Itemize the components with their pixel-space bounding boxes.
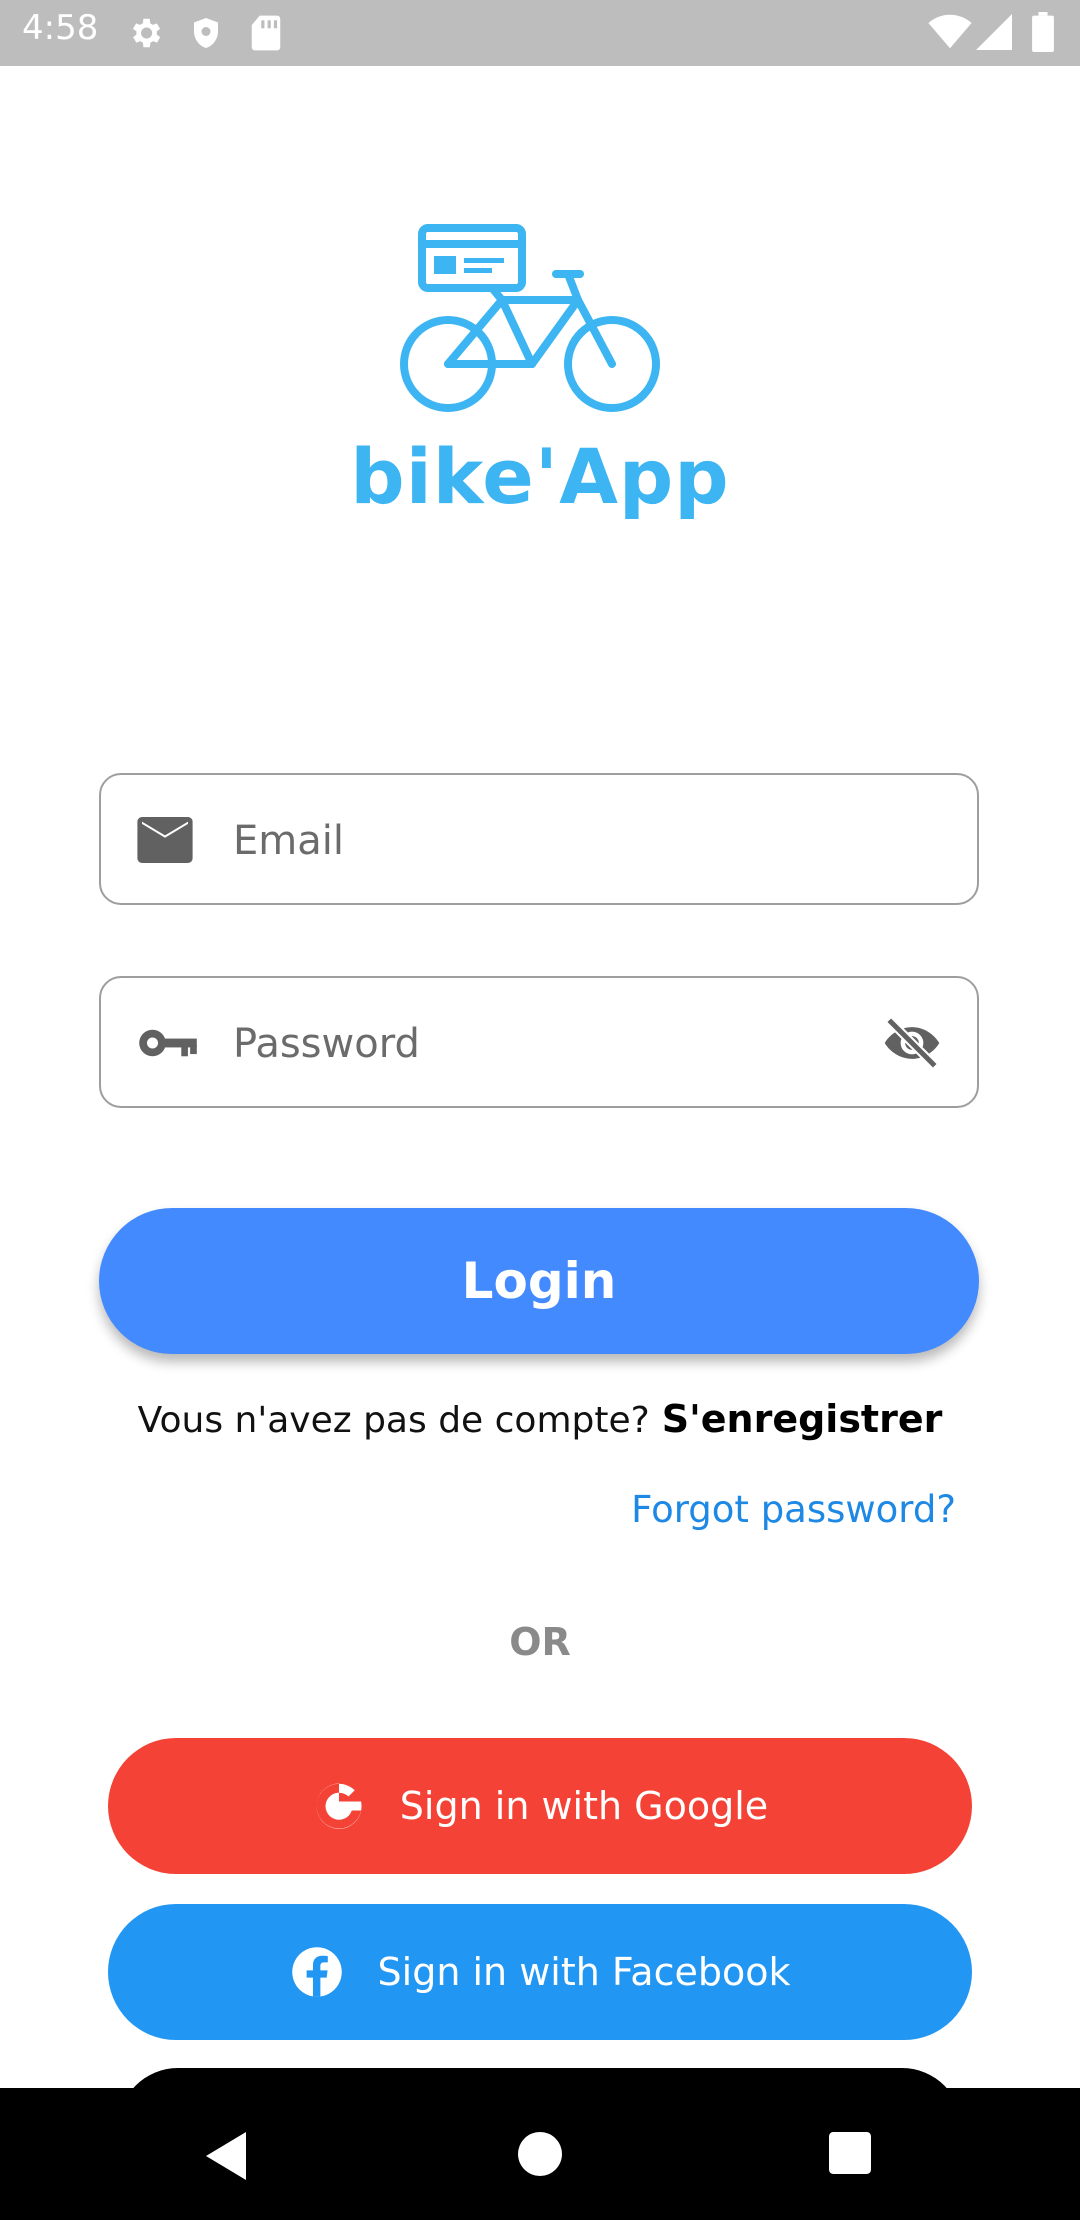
login-button[interactable]: Login — [99, 1208, 979, 1354]
visibility-off-icon[interactable] — [881, 1018, 943, 1068]
password-field[interactable] — [99, 976, 979, 1108]
bike-with-card-icon — [400, 224, 660, 412]
email-icon — [137, 817, 193, 863]
home-icon[interactable] — [518, 2132, 562, 2176]
back-icon[interactable] — [205, 2132, 247, 2180]
register-prompt: Vous n'avez pas de compte? — [137, 1400, 650, 1441]
key-icon — [139, 1029, 197, 1057]
navigation-bar — [0, 2088, 1080, 2220]
facebook-icon — [291, 1947, 342, 1997]
recents-icon[interactable] — [829, 2132, 871, 2174]
battery-icon — [1032, 12, 1054, 52]
google-sign-in-label: Sign in with Google — [399, 1784, 769, 1828]
email-input[interactable] — [231, 803, 835, 879]
email-field[interactable] — [99, 773, 979, 905]
shield-icon — [194, 18, 218, 48]
facebook-sign-in-button[interactable]: Sign in with Facebook — [108, 1904, 972, 2040]
register-link[interactable]: S'enregistrer — [662, 1397, 943, 1441]
forgot-password-link[interactable]: Forgot password? — [631, 1488, 956, 1531]
status-icons-right — [928, 12, 1058, 52]
status-time: 4:58 — [22, 8, 99, 48]
register-row: Vous n'avez pas de compte? S'enregistrer — [0, 1397, 1080, 1441]
status-bar: 4:58 — [0, 0, 1080, 66]
password-input[interactable] — [231, 1006, 835, 1082]
sd-card-icon — [251, 15, 281, 51]
gear-icon — [132, 18, 161, 48]
or-divider: OR — [509, 1620, 571, 1664]
cell-signal-icon — [976, 14, 1012, 50]
facebook-sign-in-label: Sign in with Facebook — [377, 1950, 791, 1994]
google-sign-in-button[interactable]: Sign in with Google — [108, 1738, 972, 1874]
app-name: bike'App — [350, 432, 730, 521]
google-icon — [316, 1783, 362, 1829]
wifi-icon — [928, 14, 972, 49]
